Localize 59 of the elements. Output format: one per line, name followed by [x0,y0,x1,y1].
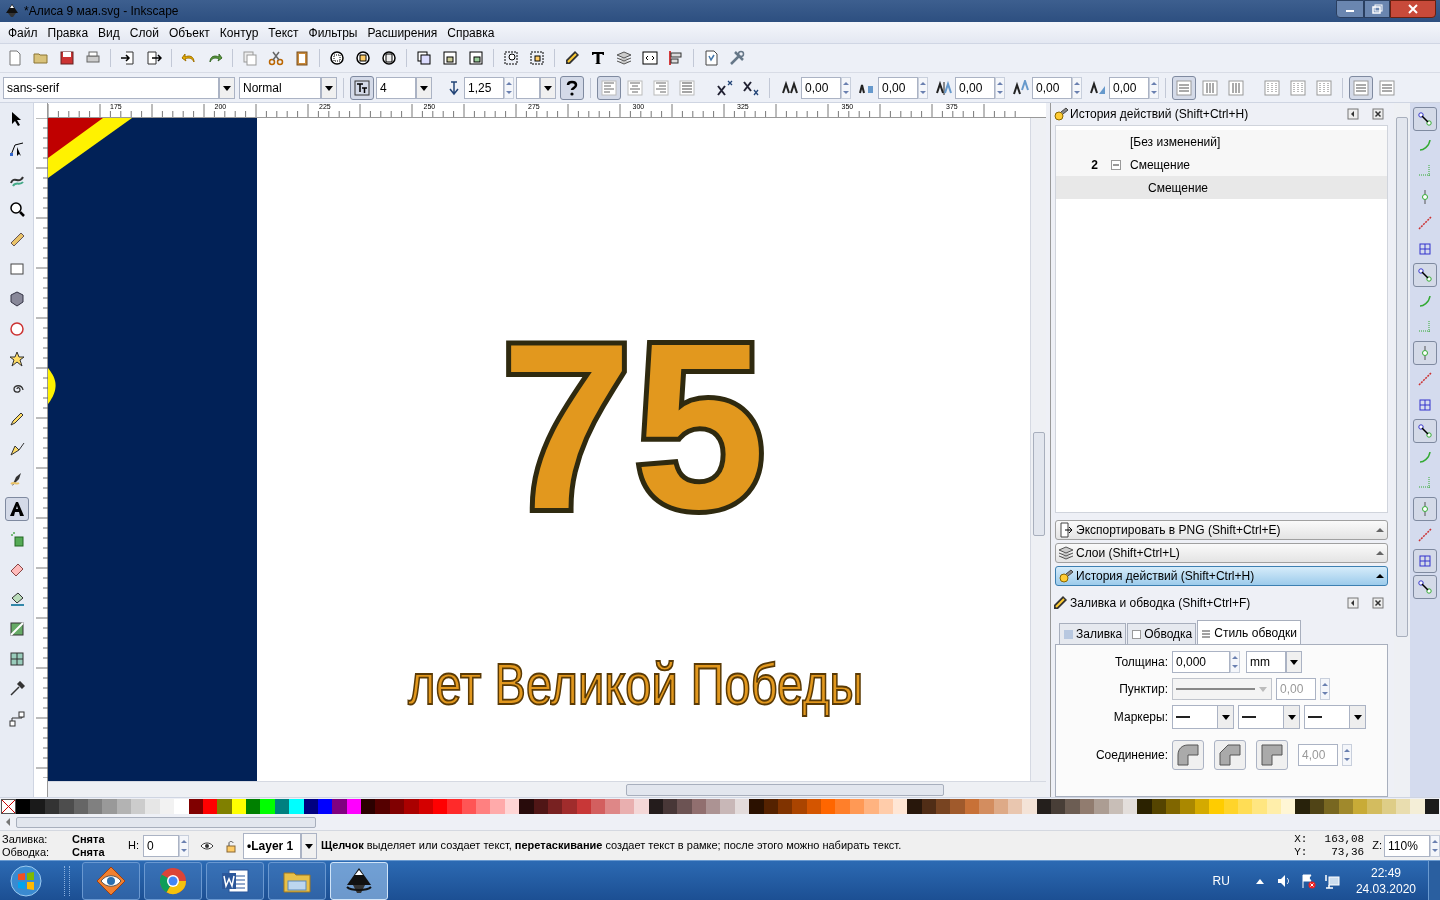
x-coordinate: 163,08 [1324,832,1365,846]
menu-item[interactable]: Фильтры [303,23,363,42]
stroke-indicator: Снята [72,845,106,859]
unit-field[interactable]: mm [1246,651,1286,673]
spacing-field[interactable]: 0,00 [801,76,841,99]
status-label: Заливка: [2,832,49,846]
stroke-width-field[interactable]: 0,000 [1172,651,1230,673]
panel-tab[interactable]: Стиль обводки [1197,620,1301,644]
layer-field[interactable]: •Layer 1 [243,832,301,859]
menu-item[interactable]: Файл [3,23,43,42]
font-style-field[interactable]: Normal [239,76,321,99]
field-label: Маркеры: [1112,709,1168,726]
history-label: Смещение [1148,179,1208,197]
spacing-field[interactable]: 0,00 [955,76,995,99]
font-family-field[interactable]: sans-serif [3,76,219,99]
menu-item[interactable]: Расширения [362,23,443,42]
spacing-field[interactable]: 0,00 [1032,76,1072,99]
menu-item[interactable]: Вид [93,23,125,42]
docked-panel-button[interactable]: История действий (Shift+Ctrl+H) [1055,566,1388,586]
field-label: Толщина: [1114,654,1168,671]
spacing-field[interactable]: 0,00 [878,76,918,99]
menu-item[interactable]: Правка [42,23,94,42]
menu-item[interactable]: Контур [214,23,264,42]
history-label: Смещение [1130,156,1190,174]
field-label: Соединение: [1094,747,1168,764]
anniversary-number: 75 [501,308,768,544]
docked-panel-button[interactable]: Слои (Shift+Ctrl+L) [1055,543,1388,563]
menu-item[interactable]: Объект [163,23,215,42]
y-coordinate: 73,36 [1331,845,1365,859]
panel-title: История действий (Shift+Ctrl+H) [1070,106,1249,123]
history-row[interactable]: Смещение [1056,176,1387,199]
line-spacing-field[interactable]: 1,25 [464,76,504,99]
zoom-field[interactable]: 110% [1384,834,1430,857]
docked-panel-button[interactable]: Экспортировать в PNG (Shift+Ctrl+E) [1055,520,1388,540]
menu-item[interactable]: Слой [124,23,164,42]
panel-tab[interactable]: Заливка [1059,623,1127,644]
canvas-subtitle: лет Великой Победы [408,650,864,718]
field-label: Пунктир: [1118,681,1168,698]
language-indicator[interactable]: RU [1212,871,1230,890]
spacing-field[interactable]: 0,00 [1109,76,1149,99]
history-row[interactable]: [Без изменений] [1056,130,1387,153]
history-label: [Без изменений] [1130,133,1221,151]
status-label: Обводка: [2,845,51,859]
clock[interactable]: 22:49 24.03.2020 [1355,864,1416,897]
history-row[interactable]: 2 Смещение [1056,153,1387,176]
history-count: 2 [1091,156,1098,174]
opacity-field[interactable]: 0 [143,834,179,857]
panel-title: Заливка и обводка (Shift+Ctrl+F) [1070,595,1251,612]
menu-item[interactable]: Текст [263,23,304,42]
zoom-label: Z: [1372,839,1382,852]
status-message: Щелчок выделяет или создает текст, перетаскивание создает текст в рамке; после этого можно набирать текст. [321,838,902,854]
panel-tab[interactable]: Обводка [1127,623,1197,644]
coordinate-label: Y: [1294,845,1308,859]
font-size-field[interactable]: 4 [376,76,416,99]
fill-indicator: Снята [72,832,106,846]
coordinate-label: X: [1294,832,1308,846]
status-label: H: [128,839,139,852]
window-title: *Алиса 9 мая.svg - Inkscape [24,3,179,20]
menu-item[interactable]: Справка [442,23,500,42]
